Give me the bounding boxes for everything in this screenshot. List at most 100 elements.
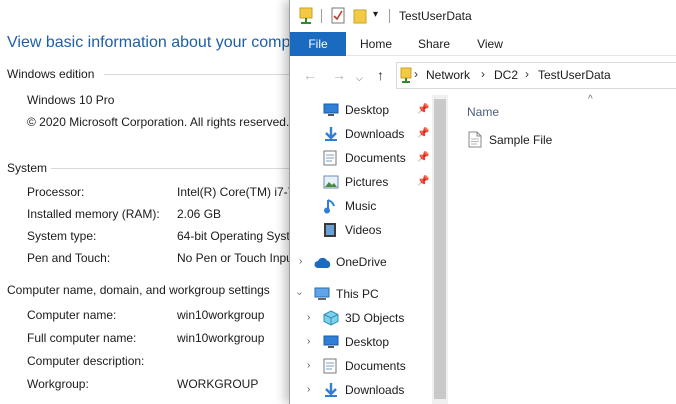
documents-icon bbox=[323, 150, 337, 173]
system-type-label: System type: bbox=[27, 229, 97, 243]
full-computer-name-value: win10workgroup bbox=[177, 331, 265, 345]
file-name: Sample File bbox=[489, 133, 553, 147]
nav-item-music[interactable]: Music bbox=[323, 195, 431, 217]
expand-chevron-icon[interactable]: › bbox=[307, 312, 310, 323]
memory-label: Installed memory (RAM): bbox=[27, 207, 160, 221]
full-computer-name-label: Full computer name: bbox=[27, 331, 137, 345]
nav-item-label: Desktop bbox=[345, 103, 390, 117]
separator bbox=[389, 9, 390, 23]
network-folder-icon[interactable] bbox=[299, 7, 313, 28]
customize-toolbar-icon[interactable]: ▾ bbox=[373, 9, 378, 20]
address-bar[interactable]: › Network › DC2 › TestUserData bbox=[396, 62, 676, 89]
nav-item-label: Music bbox=[345, 199, 377, 213]
breadcrumb-chevron-icon[interactable]: › bbox=[481, 67, 485, 81]
up-arrow-icon[interactable]: ↑ bbox=[377, 67, 384, 83]
expand-chevron-icon[interactable]: › bbox=[307, 384, 310, 395]
expand-chevron-icon[interactable]: › bbox=[299, 256, 302, 267]
pen-touch-value: No Pen or Touch Inpu bbox=[177, 251, 293, 265]
nav-item-documents[interactable]: Documents 📌 bbox=[323, 147, 431, 169]
3d-objects-icon bbox=[323, 310, 339, 333]
properties-icon[interactable] bbox=[331, 7, 345, 27]
collapse-chevron-icon[interactable]: › bbox=[294, 292, 305, 295]
tab-file[interactable]: File bbox=[290, 32, 346, 56]
nav-item-label: Pictures bbox=[345, 175, 389, 189]
file-list-pane: ^ Name Sample File bbox=[450, 94, 676, 404]
workgroup-value: WORKGROUP bbox=[177, 377, 259, 391]
back-arrow-icon[interactable]: ← bbox=[303, 67, 317, 83]
nav-item-label: Desktop bbox=[345, 335, 390, 349]
desktop-icon bbox=[323, 334, 339, 356]
title-bar[interactable]: ▾ TestUserData bbox=[290, 0, 676, 32]
recent-locations-chevron-icon[interactable]: ⌵ bbox=[356, 70, 363, 86]
tab-view[interactable]: View bbox=[462, 32, 518, 56]
pin-icon[interactable]: 📌 bbox=[417, 123, 429, 145]
expand-chevron-icon[interactable]: › bbox=[307, 336, 310, 347]
window-title: TestUserData bbox=[399, 9, 472, 23]
nav-item-label: OneDrive bbox=[336, 255, 387, 269]
processor-label: Processor: bbox=[27, 185, 85, 199]
computer-icon bbox=[314, 286, 330, 308]
nav-item-videos[interactable]: Videos bbox=[323, 219, 431, 241]
forward-arrow-icon[interactable]: → bbox=[332, 67, 346, 83]
computer-description-label: Computer description: bbox=[27, 354, 145, 368]
system-type-value: 64-bit Operating Syst bbox=[177, 229, 290, 243]
separator bbox=[321, 9, 322, 23]
windows-edition-title: Windows edition bbox=[7, 67, 95, 81]
nav-item-this-pc[interactable]: This PC bbox=[314, 283, 430, 305]
nav-item-label: Documents bbox=[345, 359, 406, 373]
breadcrumb-dc2[interactable]: DC2 bbox=[494, 68, 518, 82]
pin-icon[interactable]: 📌 bbox=[417, 99, 429, 121]
nav-item-documents-pc[interactable]: Documents bbox=[323, 355, 431, 377]
pen-touch-label: Pen and Touch: bbox=[27, 251, 111, 265]
sort-ascending-icon: ^ bbox=[588, 94, 593, 105]
nav-item-label: Documents bbox=[345, 151, 406, 165]
videos-icon bbox=[323, 222, 337, 245]
nav-item-downloads-pc[interactable]: Downloads bbox=[323, 379, 431, 401]
folder-icon bbox=[400, 67, 412, 87]
breadcrumb-testuserdata[interactable]: TestUserData bbox=[538, 68, 611, 82]
system-section-title: System bbox=[7, 161, 48, 175]
file-explorer-window: ▾ TestUserData File Home Share View ← → … bbox=[289, 0, 676, 404]
scrollbar-thumb[interactable] bbox=[434, 99, 446, 399]
nav-item-onedrive[interactable]: OneDrive bbox=[314, 251, 430, 273]
new-folder-icon[interactable] bbox=[353, 7, 367, 27]
processor-value: Intel(R) Core(TM) i7-7 bbox=[177, 185, 295, 199]
nav-item-label: Downloads bbox=[345, 127, 405, 141]
pictures-icon bbox=[323, 174, 339, 196]
ribbon-tabs: File Home Share View bbox=[290, 32, 676, 56]
tab-home[interactable]: Home bbox=[348, 32, 404, 56]
computer-name-label: Computer name: bbox=[27, 308, 117, 322]
music-icon bbox=[323, 198, 337, 221]
copyright-text: © 2020 Microsoft Corporation. All rights… bbox=[27, 115, 290, 129]
computer-section-title: Computer name, domain, and workgroup set… bbox=[7, 283, 270, 297]
onedrive-cloud-icon bbox=[314, 254, 332, 276]
pin-icon[interactable]: 📌 bbox=[417, 171, 429, 193]
pin-icon[interactable]: 📌 bbox=[417, 147, 429, 169]
workgroup-label: Workgroup: bbox=[27, 377, 89, 391]
breadcrumb-chevron-icon[interactable]: › bbox=[525, 67, 529, 81]
column-header-name[interactable]: Name bbox=[467, 105, 499, 119]
downloads-icon bbox=[323, 382, 339, 404]
nav-item-downloads[interactable]: Downloads 📌 bbox=[323, 123, 431, 145]
expand-chevron-icon[interactable]: › bbox=[307, 360, 310, 371]
downloads-icon bbox=[323, 126, 339, 149]
file-icon bbox=[468, 131, 482, 151]
windows-edition-name: Windows 10 Pro bbox=[27, 93, 115, 107]
tab-share[interactable]: Share bbox=[406, 32, 462, 56]
nav-item-label: Downloads bbox=[345, 383, 405, 397]
breadcrumb-network[interactable]: Network bbox=[426, 68, 470, 82]
nav-item-desktop-pc[interactable]: Desktop bbox=[323, 331, 431, 353]
nav-item-label: 3D Objects bbox=[345, 311, 405, 325]
nav-item-desktop[interactable]: Desktop 📌 bbox=[323, 99, 431, 121]
memory-value: 2.06 GB bbox=[177, 207, 222, 221]
desktop-icon bbox=[323, 102, 339, 124]
nav-item-label: This PC bbox=[336, 287, 379, 301]
nav-item-label: Videos bbox=[345, 223, 382, 237]
breadcrumb-chevron-icon[interactable]: › bbox=[414, 67, 418, 81]
nav-item-3d-objects[interactable]: 3D Objects bbox=[323, 307, 431, 329]
navigation-pane: Desktop 📌 Downloads 📌 Documents 📌 Pictur… bbox=[290, 95, 432, 404]
nav-item-pictures[interactable]: Pictures 📌 bbox=[323, 171, 431, 193]
navigation-scrollbar[interactable] bbox=[432, 95, 448, 404]
system-heading: View basic information about your comp bbox=[7, 34, 291, 51]
computer-name-value: win10workgroup bbox=[177, 308, 265, 322]
